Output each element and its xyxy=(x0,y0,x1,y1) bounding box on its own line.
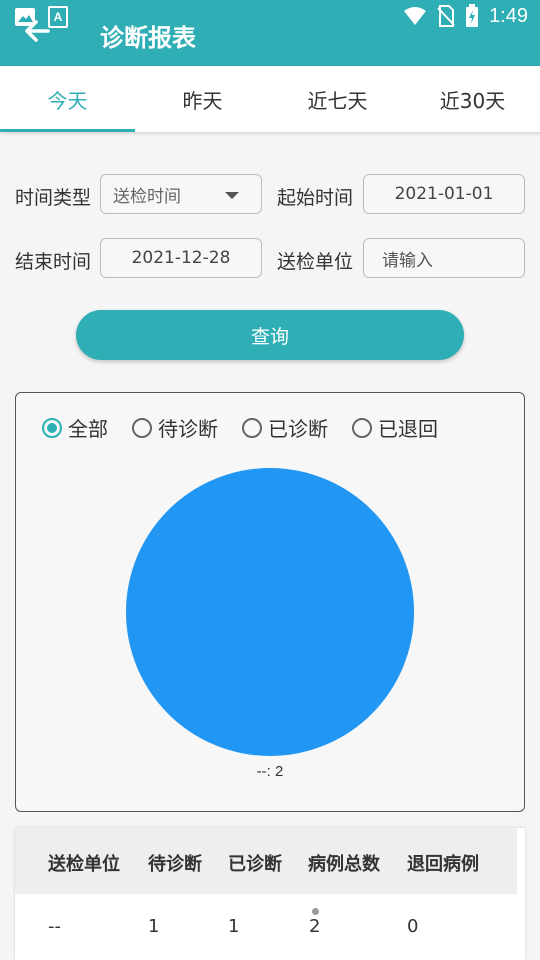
submit-unit-placeholder: 请输入 xyxy=(382,250,433,271)
app-bar xyxy=(0,36,540,66)
submit-unit-label: 送检单位 xyxy=(277,251,354,273)
header-total-cases: 病例总数 xyxy=(308,854,380,875)
tab-last-30-days[interactable]: 近30天 xyxy=(405,66,540,132)
battery-charging-icon xyxy=(466,4,479,27)
tab-last-7-days[interactable]: 近七天 xyxy=(270,66,405,132)
tab-today[interactable]: 今天 xyxy=(0,66,135,132)
cell-diagnosed: 1 xyxy=(228,916,240,937)
date-range-tabs: 今天 昨天 近七天 近30天 xyxy=(0,66,540,132)
cell-returned-cases: 0 xyxy=(407,916,419,937)
pie-chart: --: 2 xyxy=(126,468,414,780)
header-returned-cases: 退回病例 xyxy=(407,854,479,875)
cell-submit-unit: -- xyxy=(48,916,61,937)
header-diagnosed: 已诊断 xyxy=(228,854,282,875)
no-sim-icon xyxy=(437,5,455,27)
time-type-value: 送检时间 xyxy=(113,186,181,207)
pie-slice-label: --: 2 xyxy=(257,763,284,780)
header-pending: 待诊断 xyxy=(148,854,202,875)
end-time-value: 2021-12-28 xyxy=(131,248,231,268)
cell-total-cases: 2 xyxy=(309,916,321,937)
scroll-indicator-dot xyxy=(312,908,319,915)
start-time-value: 2021-01-01 xyxy=(394,184,494,204)
time-type-select[interactable]: 送检时间 xyxy=(100,174,262,214)
stats-table: 送检单位 待诊断 已诊断 病例总数 退回病例 -- 1 1 2 0 xyxy=(15,828,525,960)
wifi-icon xyxy=(404,7,427,25)
dropdown-arrow-icon xyxy=(225,192,239,199)
pie-slice-0 xyxy=(126,468,414,756)
cell-pending: 1 xyxy=(148,916,160,937)
header-submit-unit: 送检单位 xyxy=(48,854,120,875)
clock: 1:49 xyxy=(489,4,528,27)
arrow-back-icon[interactable] xyxy=(20,14,54,48)
tab-yesterday[interactable]: 昨天 xyxy=(135,66,270,132)
start-time-label: 起始时间 xyxy=(277,187,354,209)
start-time-field[interactable]: 2021-01-01 xyxy=(363,174,525,214)
page-title: 诊断报表 xyxy=(100,24,196,52)
status-bar: A 1:49 xyxy=(0,0,540,36)
submit-unit-input[interactable]: 请输入 xyxy=(363,238,525,278)
end-time-label: 结束时间 xyxy=(15,251,92,273)
svg-text:A: A xyxy=(54,10,63,24)
time-type-label: 时间类型 xyxy=(15,187,92,209)
chart-card: 全部 待诊断 已诊断 已退回 --: 2 xyxy=(15,392,525,812)
end-time-field[interactable]: 2021-12-28 xyxy=(100,238,262,278)
query-button[interactable]: 查询 xyxy=(76,310,464,360)
